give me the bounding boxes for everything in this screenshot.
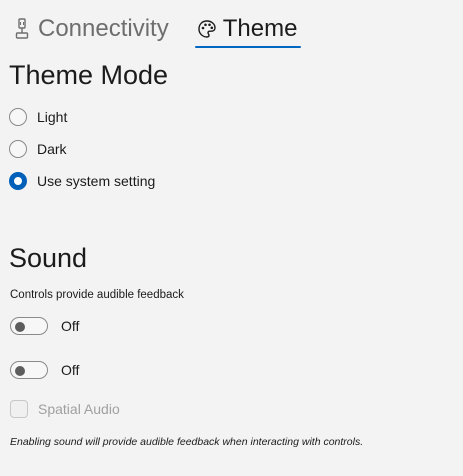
tab-theme-label: Theme	[222, 15, 298, 42]
spatial-audio-checkbox	[10, 400, 28, 418]
sound-footnote: Enabling sound will provide audible feed…	[10, 436, 364, 448]
radio-system-circle[interactable]	[9, 172, 27, 190]
tab-connectivity-label: Connectivity	[38, 15, 169, 42]
palette-icon	[197, 18, 217, 40]
sound-heading: Sound	[9, 243, 88, 273]
sound-caption: Controls provide audible feedback	[10, 289, 184, 301]
sound-toggle-2[interactable]	[10, 361, 48, 379]
sound-toggle-row-2[interactable]: Off	[10, 361, 79, 379]
radio-use-system-setting[interactable]: Use system setting	[9, 172, 155, 190]
tab-theme[interactable]: Theme	[193, 12, 302, 48]
sound-toggle-1[interactable]	[10, 317, 48, 335]
radio-light-label: Light	[37, 109, 68, 125]
toggle-knob	[15, 365, 25, 376]
radio-light-circle[interactable]	[9, 108, 27, 126]
sound-toggle-row-1[interactable]: Off	[10, 317, 79, 335]
spatial-audio-row: Spatial Audio	[10, 400, 120, 418]
toggle-2-state: Off	[61, 362, 80, 378]
radio-system-label: Use system setting	[37, 173, 156, 189]
tab-bar: Connectivity Theme	[8, 12, 302, 48]
radio-dark-label: Dark	[37, 141, 67, 157]
tab-connectivity[interactable]: Connectivity	[8, 12, 173, 46]
radio-dark[interactable]: Dark	[9, 140, 67, 158]
spatial-audio-label: Spatial Audio	[38, 401, 120, 417]
radio-dark-circle[interactable]	[9, 140, 27, 158]
toggle-1-state: Off	[61, 318, 80, 334]
theme-mode-heading: Theme Mode	[9, 60, 169, 90]
toggle-knob	[15, 321, 25, 332]
radio-light[interactable]: Light	[9, 108, 67, 126]
connectivity-icon	[12, 18, 32, 40]
